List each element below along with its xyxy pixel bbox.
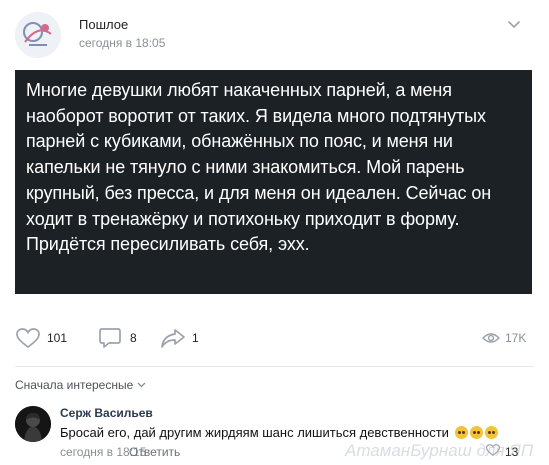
likes-count: 101 [47, 331, 68, 345]
community-avatar[interactable] [15, 12, 61, 58]
comment-bubble-icon [98, 326, 122, 350]
heart-icon [15, 326, 41, 350]
comment-text: Бросай его, дай другим жирдяям шанс лиши… [60, 425, 449, 440]
share-button[interactable]: 1 [160, 324, 199, 352]
comment-button[interactable]: 8 [98, 324, 137, 352]
comment-text-line: Бросай его, дай другим жирдяям шанс лиши… [60, 425, 498, 440]
sort-label: Сначала интересные [15, 378, 134, 392]
chevron-down-icon [137, 378, 146, 392]
divider [15, 366, 534, 367]
post-timestamp[interactable]: сегодня в 18:05 [79, 36, 165, 50]
shares-count: 1 [192, 331, 199, 345]
views-counter: 17K [482, 324, 526, 352]
post-actions: 101 8 1 17K [0, 324, 549, 352]
comment-author[interactable]: Серж Васильев [60, 406, 153, 420]
comments-count: 8 [130, 331, 137, 345]
post-text: Многие девушки любят накаченных парней, … [26, 80, 492, 255]
pleading-face-emoji-icon [469, 426, 483, 439]
post-author[interactable]: Пошлое [79, 17, 128, 32]
comments-sort-selector[interactable]: Сначала интересные [15, 378, 146, 392]
watermark: АтаманБурнаш для ЯП [345, 441, 534, 460]
chevron-down-icon[interactable] [506, 16, 522, 32]
eye-icon [482, 331, 500, 345]
post-header: Пошлое сегодня в 18:05 [0, 0, 549, 68]
comment-author-avatar[interactable] [15, 406, 51, 442]
views-count: 17K [505, 331, 527, 345]
post-text-image[interactable]: Многие девушки любят накаченных парней, … [15, 70, 532, 294]
like-button[interactable]: 101 [15, 324, 67, 352]
pleading-face-emoji-icon [454, 426, 468, 439]
pleading-face-emoji-icon [484, 426, 498, 439]
reply-button[interactable]: Ответить [129, 445, 180, 459]
share-arrow-icon [160, 326, 186, 350]
